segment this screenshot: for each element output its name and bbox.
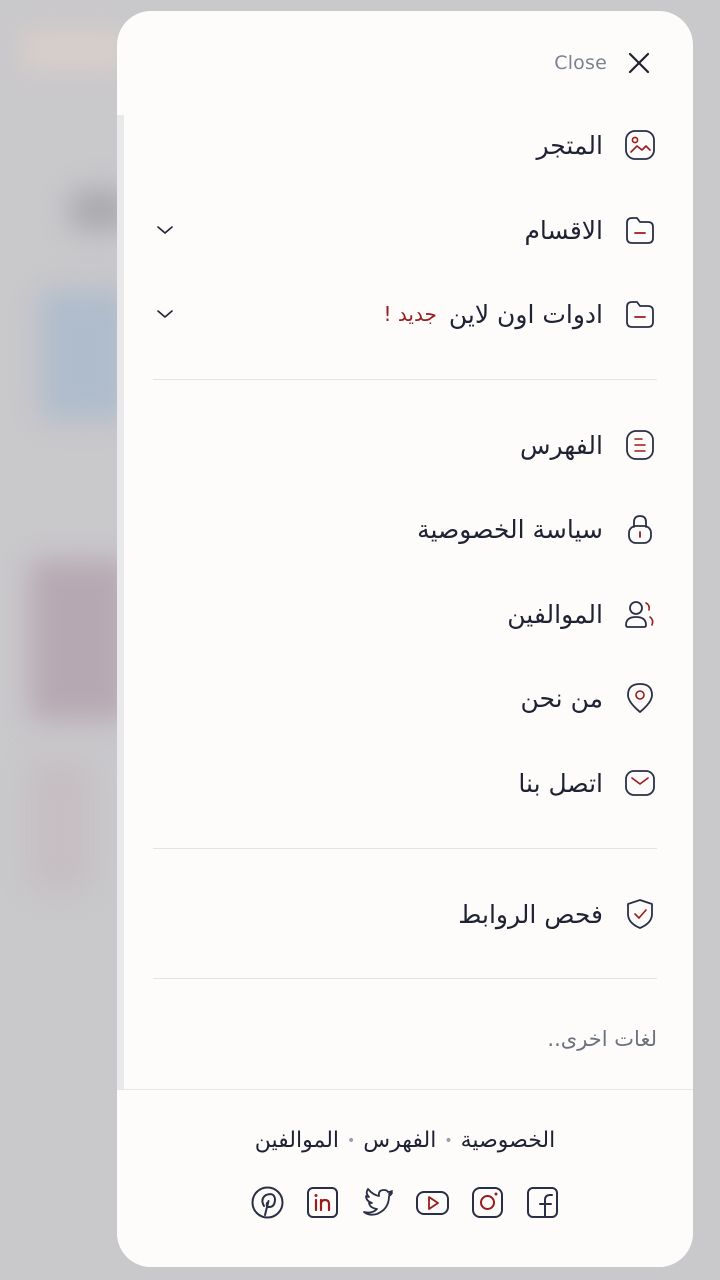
menu-item-contact[interactable]: اتصل بنا [153, 755, 657, 811]
mail-icon [625, 770, 655, 796]
menu-item-about[interactable]: من نحن [153, 670, 657, 726]
footer-link-index[interactable]: الفهرس [363, 1128, 436, 1153]
menu-item-label: من نحن [520, 683, 604, 713]
separator-dot: • [347, 1132, 356, 1149]
menu-item-online-tools[interactable]: ادوات اون لاين جديد ! [153, 286, 657, 342]
chevron-down-icon[interactable] [155, 220, 175, 240]
social-links [117, 1185, 693, 1220]
menu-item-label: سياسة الخصوصية [417, 514, 603, 544]
menu-item-store[interactable]: المتجر [153, 117, 657, 173]
menu-item-authors[interactable]: الموالفين [153, 586, 657, 642]
menu-item-label: الفهرس [519, 430, 603, 460]
divider [153, 848, 657, 849]
menu-item-label: المتجر [536, 130, 604, 160]
folder-icon [626, 301, 654, 328]
users-icon [625, 601, 654, 628]
navigation-drawer: Close المتجر الاقسام ادوات اون لاين جديد… [117, 11, 693, 1267]
pinterest-icon[interactable] [250, 1185, 285, 1220]
menu-item-link-checker[interactable]: فحص الروابط [153, 886, 657, 942]
drawer-footer: الخصوصية • الفهرس • الموالفين [117, 1089, 693, 1267]
divider [153, 978, 657, 979]
document-icon [626, 430, 654, 460]
divider [153, 379, 657, 380]
footer-links: الخصوصية • الفهرس • الموالفين [117, 1128, 693, 1153]
location-icon [627, 683, 653, 713]
menu-item-label: اتصل بنا [518, 768, 603, 798]
facebook-icon[interactable] [525, 1185, 560, 1220]
instagram-icon[interactable] [470, 1185, 505, 1220]
bg-blur-block [20, 30, 130, 70]
other-languages-link[interactable]: لغات اخرى.. [547, 1027, 657, 1051]
menu-item-categories[interactable]: الاقسام [153, 202, 657, 258]
separator-dot: • [444, 1132, 453, 1149]
footer-link-authors[interactable]: الموالفين [255, 1128, 339, 1153]
menu-item-label: فحص الروابط [458, 899, 603, 929]
gallery-icon [625, 130, 655, 160]
footer-link-privacy[interactable]: الخصوصية [461, 1128, 556, 1153]
linkedin-icon[interactable] [305, 1185, 340, 1220]
menu-item-label: الموالفين [507, 599, 603, 629]
twitter-icon[interactable] [360, 1185, 395, 1220]
menu-item-privacy[interactable]: سياسة الخصوصية [153, 501, 657, 557]
bg-blur-block [30, 560, 130, 720]
close-button[interactable]: Close [554, 49, 653, 77]
shield-check-icon [627, 899, 653, 929]
bg-blur-block [30, 760, 90, 890]
lock-icon [628, 515, 652, 544]
close-icon [628, 52, 650, 74]
new-badge: جديد ! [383, 302, 437, 326]
menu-item-index[interactable]: الفهرس [153, 417, 657, 473]
menu-item-label: ادوات اون لاين [448, 299, 603, 329]
menu-item-label: الاقسام [524, 215, 603, 245]
drawer-edge [117, 115, 124, 1090]
youtube-icon[interactable] [415, 1185, 450, 1220]
close-label: Close [554, 52, 607, 74]
chevron-down-icon[interactable] [155, 304, 175, 324]
folder-icon [626, 217, 654, 244]
